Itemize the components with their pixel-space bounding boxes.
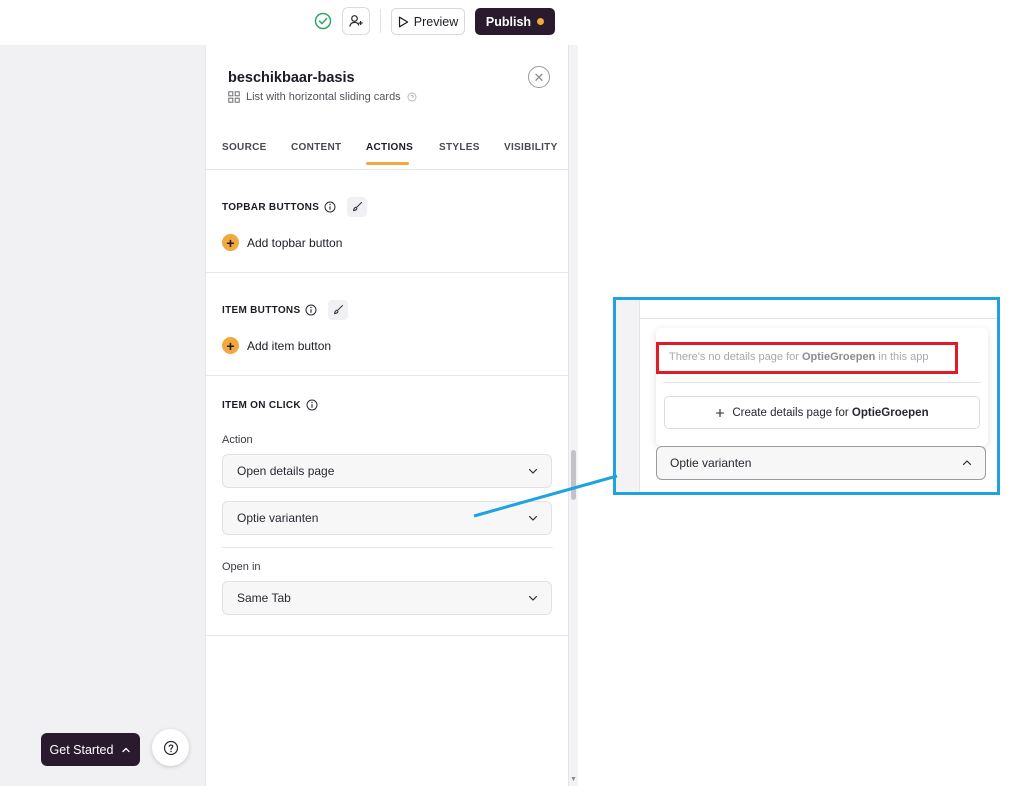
invite-user-button[interactable] xyxy=(342,7,370,35)
info-icon[interactable] xyxy=(305,304,317,316)
get-started-button[interactable]: Get Started xyxy=(41,733,140,766)
topbar-style-button[interactable] xyxy=(347,197,368,217)
open-in-select[interactable]: Same Tab xyxy=(222,581,552,615)
topbar-buttons-heading: TOPBAR BUTTONS xyxy=(222,197,368,217)
grid-icon xyxy=(228,91,240,103)
component-title: beschikbaar-basis xyxy=(228,70,355,86)
zoom-scrollbar-area xyxy=(616,300,640,492)
active-tab-indicator xyxy=(366,162,409,165)
plus-icon xyxy=(716,408,725,417)
brush-icon xyxy=(334,304,344,315)
item-buttons-title: ITEM BUTTONS xyxy=(222,304,301,316)
red-highlight-box xyxy=(656,342,958,374)
dropdown-separator xyxy=(663,382,981,383)
component-subtitle: List with horizontal sliding cards xyxy=(228,91,417,103)
play-icon xyxy=(398,16,408,27)
panel-tabs: SOURCE CONTENT ACTIONS STYLES VISIBILITY xyxy=(206,135,569,170)
scroll-down-arrow-icon[interactable]: ▼ xyxy=(570,776,577,783)
close-icon: ✕ xyxy=(533,69,545,85)
chevron-down-icon xyxy=(528,595,538,601)
scrollbar-thumb[interactable] xyxy=(571,450,576,500)
add-item-button[interactable]: + Add item button xyxy=(222,337,331,354)
field-divider xyxy=(222,547,553,548)
get-started-label: Get Started xyxy=(49,742,114,757)
zoom-select-value: Optie varianten xyxy=(670,456,752,470)
zoom-divider xyxy=(640,318,997,319)
tab-content[interactable]: CONTENT xyxy=(291,142,341,153)
create-entity: OptieGroepen xyxy=(851,406,929,419)
component-settings-panel: beschikbaar-basis List with horizontal s… xyxy=(205,45,569,786)
create-details-page-button[interactable]: Create details page for OptieGroepen xyxy=(664,396,980,429)
toolbar-divider xyxy=(380,9,381,33)
chevron-up-icon xyxy=(962,460,972,466)
close-panel-button[interactable]: ✕ xyxy=(528,66,550,88)
add-item-label: Add item button xyxy=(247,338,332,353)
tab-source[interactable]: SOURCE xyxy=(222,142,267,153)
action-select[interactable]: Open details page xyxy=(222,454,552,488)
topbar-buttons-title: TOPBAR BUTTONS xyxy=(222,201,320,213)
details-target-value: Optie varianten xyxy=(237,511,319,525)
details-page-dropdown: There's no details page for OptieGroepen… xyxy=(656,328,988,446)
publish-button[interactable]: Publish xyxy=(475,8,555,35)
item-on-click-heading: ITEM ON CLICK xyxy=(222,399,318,411)
chevron-up-icon xyxy=(122,747,131,752)
check-circle-icon xyxy=(314,12,332,30)
unpublished-changes-dot xyxy=(537,18,545,25)
zoom-callout: There's no details page for OptieGroepen… xyxy=(613,297,1000,495)
tab-visibility[interactable]: VISIBILITY xyxy=(504,142,558,153)
help-small-icon[interactable] xyxy=(407,92,417,102)
action-select-value: Open details page xyxy=(237,464,335,478)
zoom-details-target-select[interactable]: Optie varianten xyxy=(656,446,986,480)
item-on-click-title: ITEM ON CLICK xyxy=(222,399,301,411)
add-topbar-button[interactable]: + Add topbar button xyxy=(222,234,342,251)
create-prefix: Create details page for xyxy=(732,406,852,419)
info-icon[interactable] xyxy=(306,399,318,411)
publish-label: Publish xyxy=(485,14,532,29)
tab-actions[interactable]: ACTIONS xyxy=(366,142,413,153)
chevron-down-icon xyxy=(528,515,538,521)
add-topbar-label: Add topbar button xyxy=(247,235,343,250)
section-divider xyxy=(206,272,569,273)
open-in-value: Same Tab xyxy=(237,591,291,605)
info-icon[interactable] xyxy=(324,201,336,213)
section-divider xyxy=(206,375,569,376)
item-buttons-heading: ITEM BUTTONS xyxy=(222,300,349,320)
action-label: Action xyxy=(222,434,253,446)
top-toolbar: Preview Publish xyxy=(0,0,578,45)
plus-circle-icon: + xyxy=(222,337,239,354)
plus-circle-icon: + xyxy=(222,234,239,251)
component-type-label: List with horizontal sliding cards xyxy=(246,91,401,103)
tab-styles[interactable]: STYLES xyxy=(439,142,480,153)
help-button[interactable] xyxy=(152,729,189,766)
canvas-area xyxy=(0,45,205,786)
add-user-icon xyxy=(349,15,363,27)
open-in-label: Open in xyxy=(222,561,261,573)
preview-label: Preview xyxy=(413,14,459,29)
panel-scrollbar[interactable]: ▼ xyxy=(568,45,578,786)
brush-icon xyxy=(353,201,363,212)
create-details-label: Create details page for OptieGroepen xyxy=(732,407,928,419)
details-target-select[interactable]: Optie varianten xyxy=(222,501,552,535)
question-icon xyxy=(163,740,178,755)
preview-button[interactable]: Preview xyxy=(391,8,465,35)
item-buttons-style-button[interactable] xyxy=(328,300,349,320)
section-divider xyxy=(206,635,569,636)
chevron-down-icon xyxy=(528,468,538,474)
